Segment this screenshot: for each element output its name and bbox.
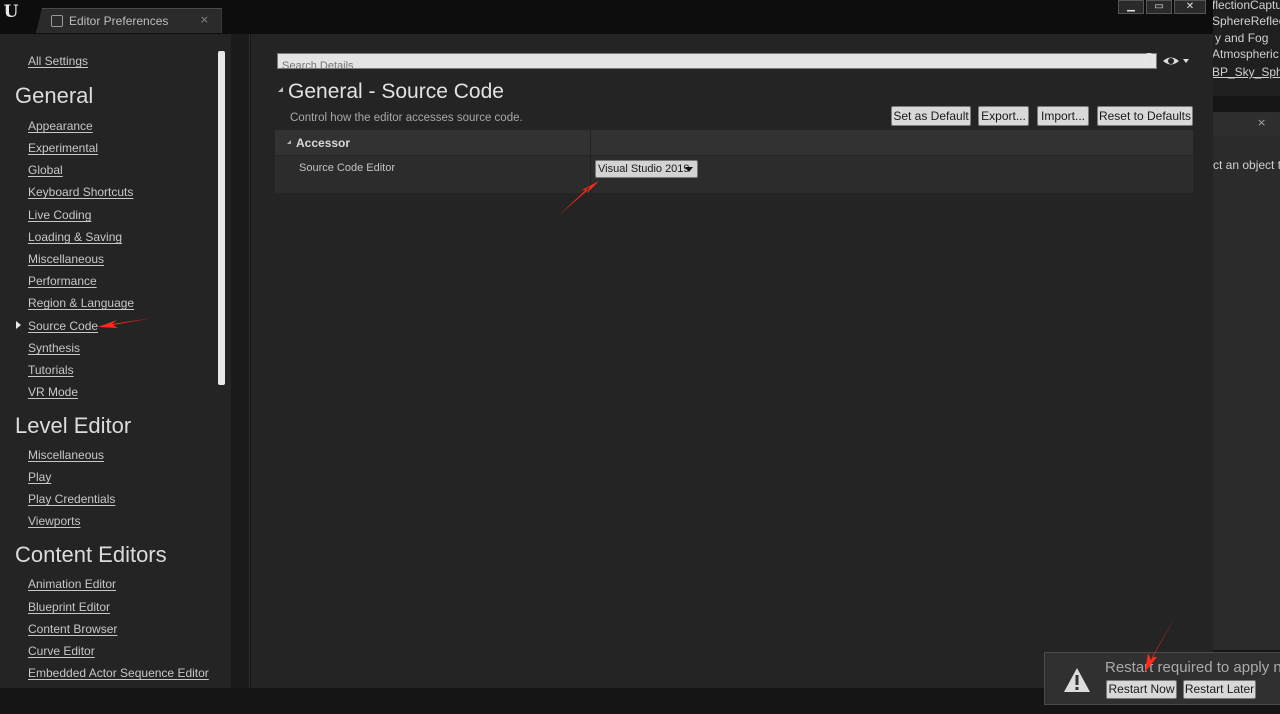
nav-item-blueprint-editor[interactable]: Blueprint Editor <box>28 600 110 614</box>
property-table: Accessor Source Code Editor Visual Studi… <box>275 130 1193 193</box>
preferences-tab-icon <box>51 15 63 27</box>
nav-item-animation-editor[interactable]: Animation Editor <box>28 577 116 591</box>
nav-item-miscellaneous[interactable]: Miscellaneous <box>28 252 104 266</box>
tab-close-icon[interactable]: × <box>200 13 209 26</box>
details-panel: General - Source Code Control how the ed… <box>251 34 1213 688</box>
nav-item-experimental[interactable]: Experimental <box>28 141 98 155</box>
notification-message: Restart required to apply ne <box>1105 659 1280 676</box>
import-button[interactable]: Import... <box>1037 106 1089 126</box>
settings-navigation: All Settings General Appearance Experime… <box>0 34 232 688</box>
select-object-hint: ct an object t <box>1213 158 1280 172</box>
nav-section-content-editors: Content Editors <box>15 542 167 567</box>
property-label: Source Code Editor <box>299 162 395 174</box>
unreal-logo-icon: U <box>3 2 19 22</box>
side-tab-strip <box>1213 112 1280 136</box>
nav-item-loading-saving[interactable]: Loading & Saving <box>28 230 122 244</box>
tab-editor-preferences[interactable]: Editor Preferences × <box>36 8 222 33</box>
nav-item-global[interactable]: Global <box>28 163 63 177</box>
outliner-item[interactable]: flectionCaptu <box>1213 0 1280 12</box>
right-side-panel: flectionCaptu SphereReflect y and Fog At… <box>1213 0 1280 650</box>
outliner-item[interactable]: y and Fog <box>1215 31 1268 45</box>
export-button[interactable]: Export... <box>978 106 1029 126</box>
tab-label: Editor Preferences <box>69 14 169 28</box>
page-title: General - Source Code <box>288 80 504 103</box>
outliner-item[interactable]: Atmospheric F <box>1213 47 1280 61</box>
search-icon[interactable] <box>1139 52 1157 70</box>
nav-item-keyboard-shortcuts[interactable]: Keyboard Shortcuts <box>28 185 133 199</box>
nav-item-content-browser[interactable]: Content Browser <box>28 622 117 636</box>
nav-item-live-coding[interactable]: Live Coding <box>28 208 91 222</box>
restart-later-button[interactable]: Restart Later <box>1183 680 1256 699</box>
side-details-body: ct an object t <box>1213 136 1280 650</box>
search-details-input[interactable] <box>278 59 1156 73</box>
source-code-editor-dropdown[interactable]: Visual Studio 2019 <box>595 160 698 178</box>
warning-icon <box>1064 668 1090 692</box>
nav-scrollbar[interactable] <box>218 51 225 385</box>
title-bar: U Editor Preferences × ▁ ▭ ✕ <box>0 0 1213 34</box>
nav-item-appearance[interactable]: Appearance <box>28 119 93 133</box>
nav-item-embedded-actor-sequence-editor[interactable]: Embedded Actor Sequence Editor <box>28 666 209 680</box>
nav-item-tutorials[interactable]: Tutorials <box>28 363 74 377</box>
category-label: Accessor <box>296 136 351 150</box>
dropdown-value: Visual Studio 2019 <box>598 163 690 175</box>
category-accessor[interactable]: Accessor <box>275 130 1193 156</box>
restart-notification: Restart required to apply ne Restart Now… <box>1044 652 1280 705</box>
eye-icon[interactable] <box>1162 53 1190 69</box>
nav-section-level-editor: Level Editor <box>15 413 132 438</box>
nav-item-performance[interactable]: Performance <box>28 274 97 288</box>
nav-all-settings[interactable]: All Settings <box>28 54 88 68</box>
maximize-button[interactable]: ▭ <box>1146 0 1172 14</box>
window-controls: ▁ ▭ ✕ <box>1118 0 1206 14</box>
column-divider[interactable] <box>590 130 591 193</box>
restart-now-button[interactable]: Restart Now <box>1106 680 1177 699</box>
nav-item-curve-editor[interactable]: Curve Editor <box>28 644 95 658</box>
selected-indicator-icon <box>16 321 21 329</box>
nav-item-synthesis[interactable]: Synthesis <box>28 341 80 355</box>
nav-item-source-code[interactable]: Source Code <box>28 319 98 333</box>
outliner-item[interactable]: SphereReflect <box>1213 14 1280 28</box>
set-as-default-button[interactable]: Set as Default <box>891 106 971 126</box>
minimize-button[interactable]: ▁ <box>1118 0 1144 14</box>
nav-item-level-miscellaneous[interactable]: Miscellaneous <box>28 448 104 462</box>
bottom-bar <box>0 688 1044 714</box>
outliner-item[interactable]: BP_Sky_Spher <box>1213 65 1280 79</box>
editor-preferences-window: U Editor Preferences × ▁ ▭ ✕ All Setting… <box>0 0 1280 714</box>
category-collapse-icon[interactable] <box>287 140 291 144</box>
nav-item-viewports[interactable]: Viewports <box>28 514 80 528</box>
nav-section-general: General <box>15 83 94 108</box>
panel-splitter[interactable] <box>232 34 250 714</box>
nav-item-vr-mode[interactable]: VR Mode <box>28 385 78 399</box>
side-tab-close-icon[interactable]: × <box>1257 116 1266 129</box>
nav-item-play-credentials[interactable]: Play Credentials <box>28 492 115 506</box>
close-window-button[interactable]: ✕ <box>1174 0 1206 14</box>
chevron-down-icon <box>685 167 693 172</box>
reset-to-defaults-button[interactable]: Reset to Defaults <box>1097 106 1193 126</box>
collapse-title-icon[interactable] <box>278 87 283 92</box>
side-separator <box>1213 96 1280 112</box>
nav-item-play[interactable]: Play <box>28 470 51 484</box>
nav-item-region-language[interactable]: Region & Language <box>28 296 134 310</box>
page-description: Control how the editor accesses source c… <box>290 112 523 124</box>
search-details-field[interactable] <box>277 53 1157 73</box>
